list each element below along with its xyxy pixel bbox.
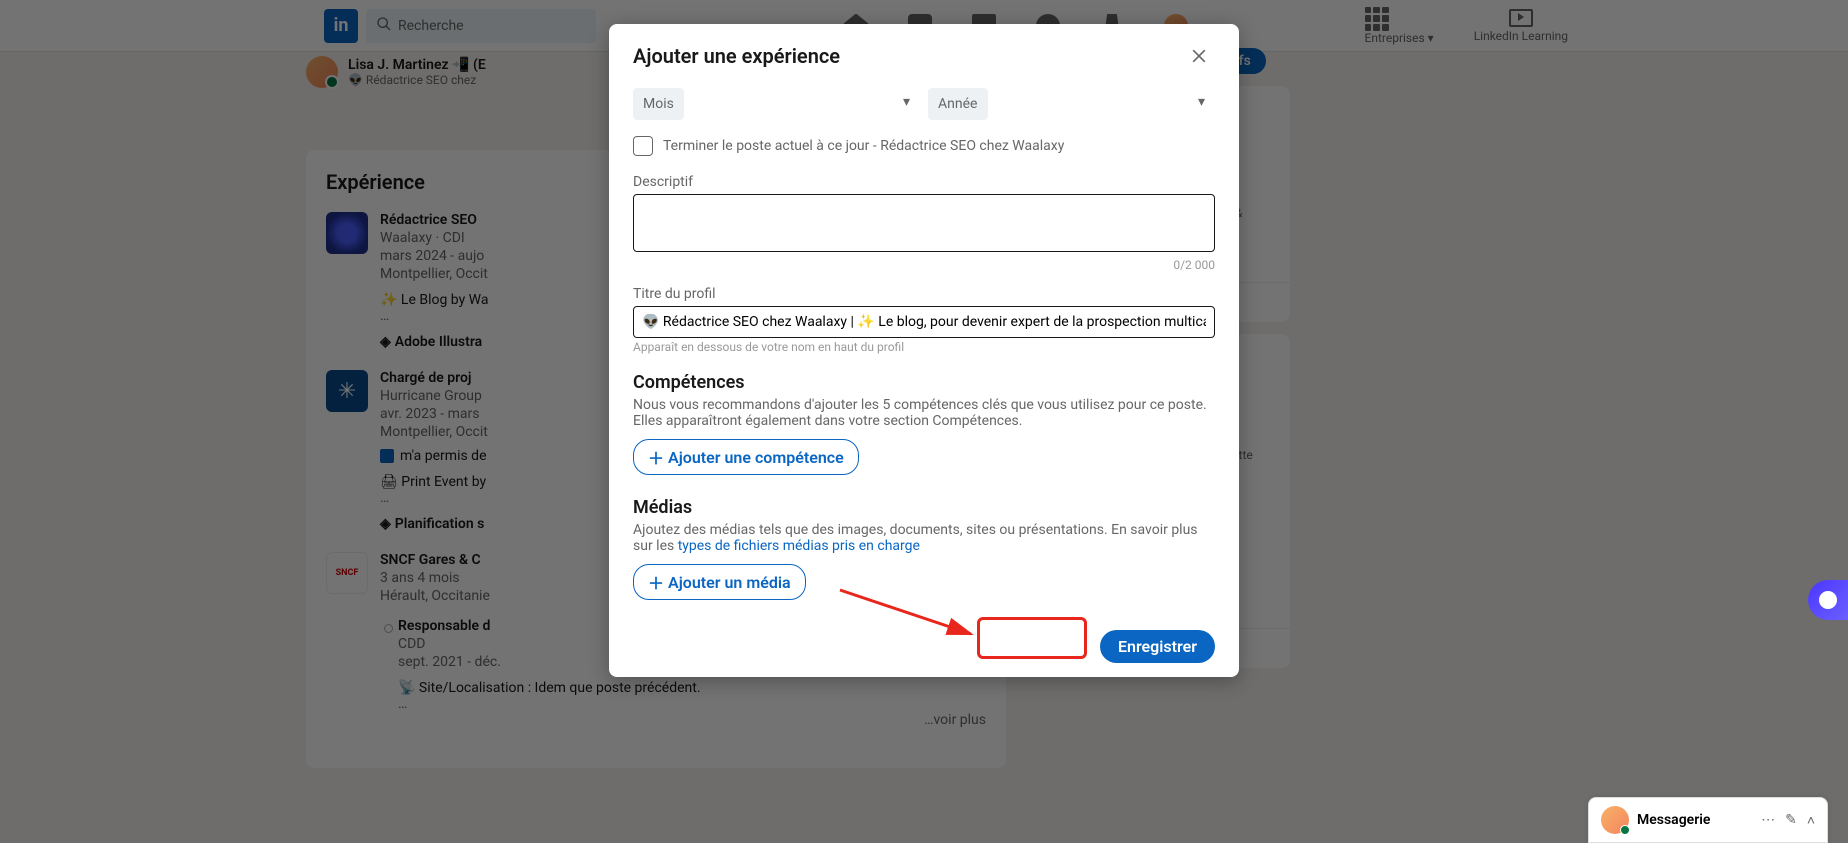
month-select[interactable]: Mois bbox=[633, 88, 684, 120]
description-textarea[interactable] bbox=[633, 194, 1215, 252]
close-icon bbox=[1189, 46, 1209, 66]
media-types-link[interactable]: types de fichiers médias pris en charge bbox=[678, 538, 920, 554]
messaging-avatar bbox=[1601, 806, 1629, 834]
messaging-title: Messagerie bbox=[1637, 812, 1753, 828]
profile-title-help: Apparaît en dessous de votre nom en haut… bbox=[633, 340, 1215, 354]
year-select[interactable]: Année bbox=[928, 88, 988, 120]
save-button[interactable]: Enregistrer bbox=[1100, 630, 1215, 663]
add-media-button[interactable]: ＋Ajouter un média bbox=[633, 564, 806, 600]
messaging-dock[interactable]: Messagerie ⋯ ✎ ˄ bbox=[1588, 797, 1828, 843]
add-skill-button[interactable]: ＋Ajouter une compétence bbox=[633, 439, 859, 475]
profile-title-input[interactable] bbox=[633, 306, 1215, 338]
floating-widget[interactable] bbox=[1808, 580, 1848, 620]
skills-description: Nous vous recommandons d'ajouter les 5 c… bbox=[633, 397, 1215, 429]
checkbox-label: Terminer le poste actuel à ce jour - Réd… bbox=[663, 138, 1064, 154]
modal-title: Ajouter une expérience bbox=[633, 44, 840, 68]
char-counter: 0/2 000 bbox=[633, 258, 1215, 272]
profile-title-label: Titre du profil bbox=[633, 286, 1215, 302]
more-icon[interactable]: ⋯ bbox=[1761, 812, 1775, 829]
skills-heading: Compétences bbox=[633, 372, 1215, 393]
compose-icon[interactable]: ✎ bbox=[1785, 812, 1797, 829]
plus-icon: ＋ bbox=[648, 570, 664, 594]
end-current-checkbox[interactable] bbox=[633, 136, 653, 156]
description-label: Descriptif bbox=[633, 174, 1215, 190]
chevron-up-icon[interactable]: ˄ bbox=[1807, 812, 1815, 829]
media-heading: Médias bbox=[633, 497, 1215, 518]
modal-overlay: Ajouter une expérience Mois Année Termin… bbox=[0, 0, 1848, 843]
plus-icon: ＋ bbox=[648, 445, 664, 469]
add-experience-modal: Ajouter une expérience Mois Année Termin… bbox=[609, 24, 1239, 677]
media-description: Ajoutez des médias tels que des images, … bbox=[633, 522, 1215, 554]
close-button[interactable] bbox=[1183, 40, 1215, 72]
